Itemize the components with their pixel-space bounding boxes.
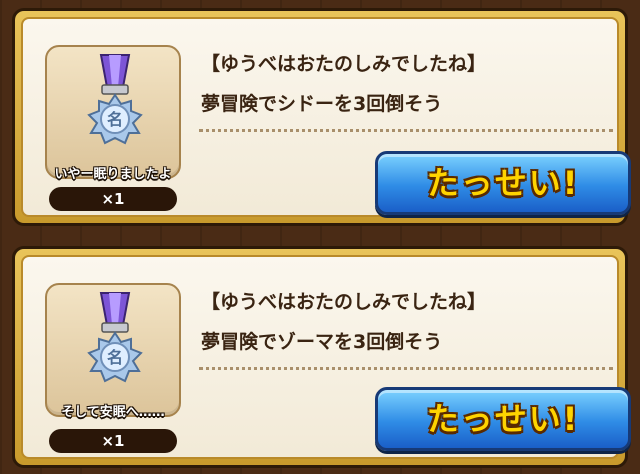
title-medal-icon: 名	[87, 54, 143, 145]
mission-card: 名 そして安眠へ…… ×1 【ゆうべはおたのしみでしたね】 夢冒険でゾーマを3回…	[12, 246, 631, 468]
reward-name: そして安眠へ……	[61, 405, 165, 420]
mission-card-panel: 名 そして安眠へ…… ×1 【ゆうべはおたのしみでしたね】 夢冒険でゾーマを3回…	[21, 255, 631, 459]
achieve-button[interactable]: たっせい!	[375, 151, 631, 215]
mission-title: 【ゆうべはおたのしみでしたね】	[201, 291, 487, 313]
mission-card-panel: 名 いやー眠りましたよ ×1 【ゆうべはおたのしみでしたね】 夢冒険でシドーを3…	[21, 17, 631, 217]
mission-description: 夢冒険でシドーを3回倒そう	[201, 93, 443, 115]
reward-count: ×1	[49, 429, 177, 453]
reward-icon-box: 名 いやー眠りましたよ	[45, 45, 181, 182]
medal-glyph: 名	[107, 348, 123, 367]
dotted-divider	[199, 129, 613, 132]
reward-count: ×1	[49, 187, 177, 211]
mission-card: 名 いやー眠りましたよ ×1 【ゆうべはおたのしみでしたね】 夢冒険でシドーを3…	[12, 8, 631, 226]
reward-name: いやー眠りましたよ	[54, 167, 172, 182]
achieve-button[interactable]: たっせい!	[375, 387, 631, 451]
dotted-divider	[199, 367, 613, 370]
mission-description: 夢冒険でゾーマを3回倒そう	[201, 331, 443, 353]
mission-title: 【ゆうべはおたのしみでしたね】	[201, 53, 487, 75]
title-medal-icon: 名	[87, 292, 143, 383]
reward-icon-box: 名 そして安眠へ……	[45, 283, 181, 420]
medal-glyph: 名	[107, 110, 123, 129]
